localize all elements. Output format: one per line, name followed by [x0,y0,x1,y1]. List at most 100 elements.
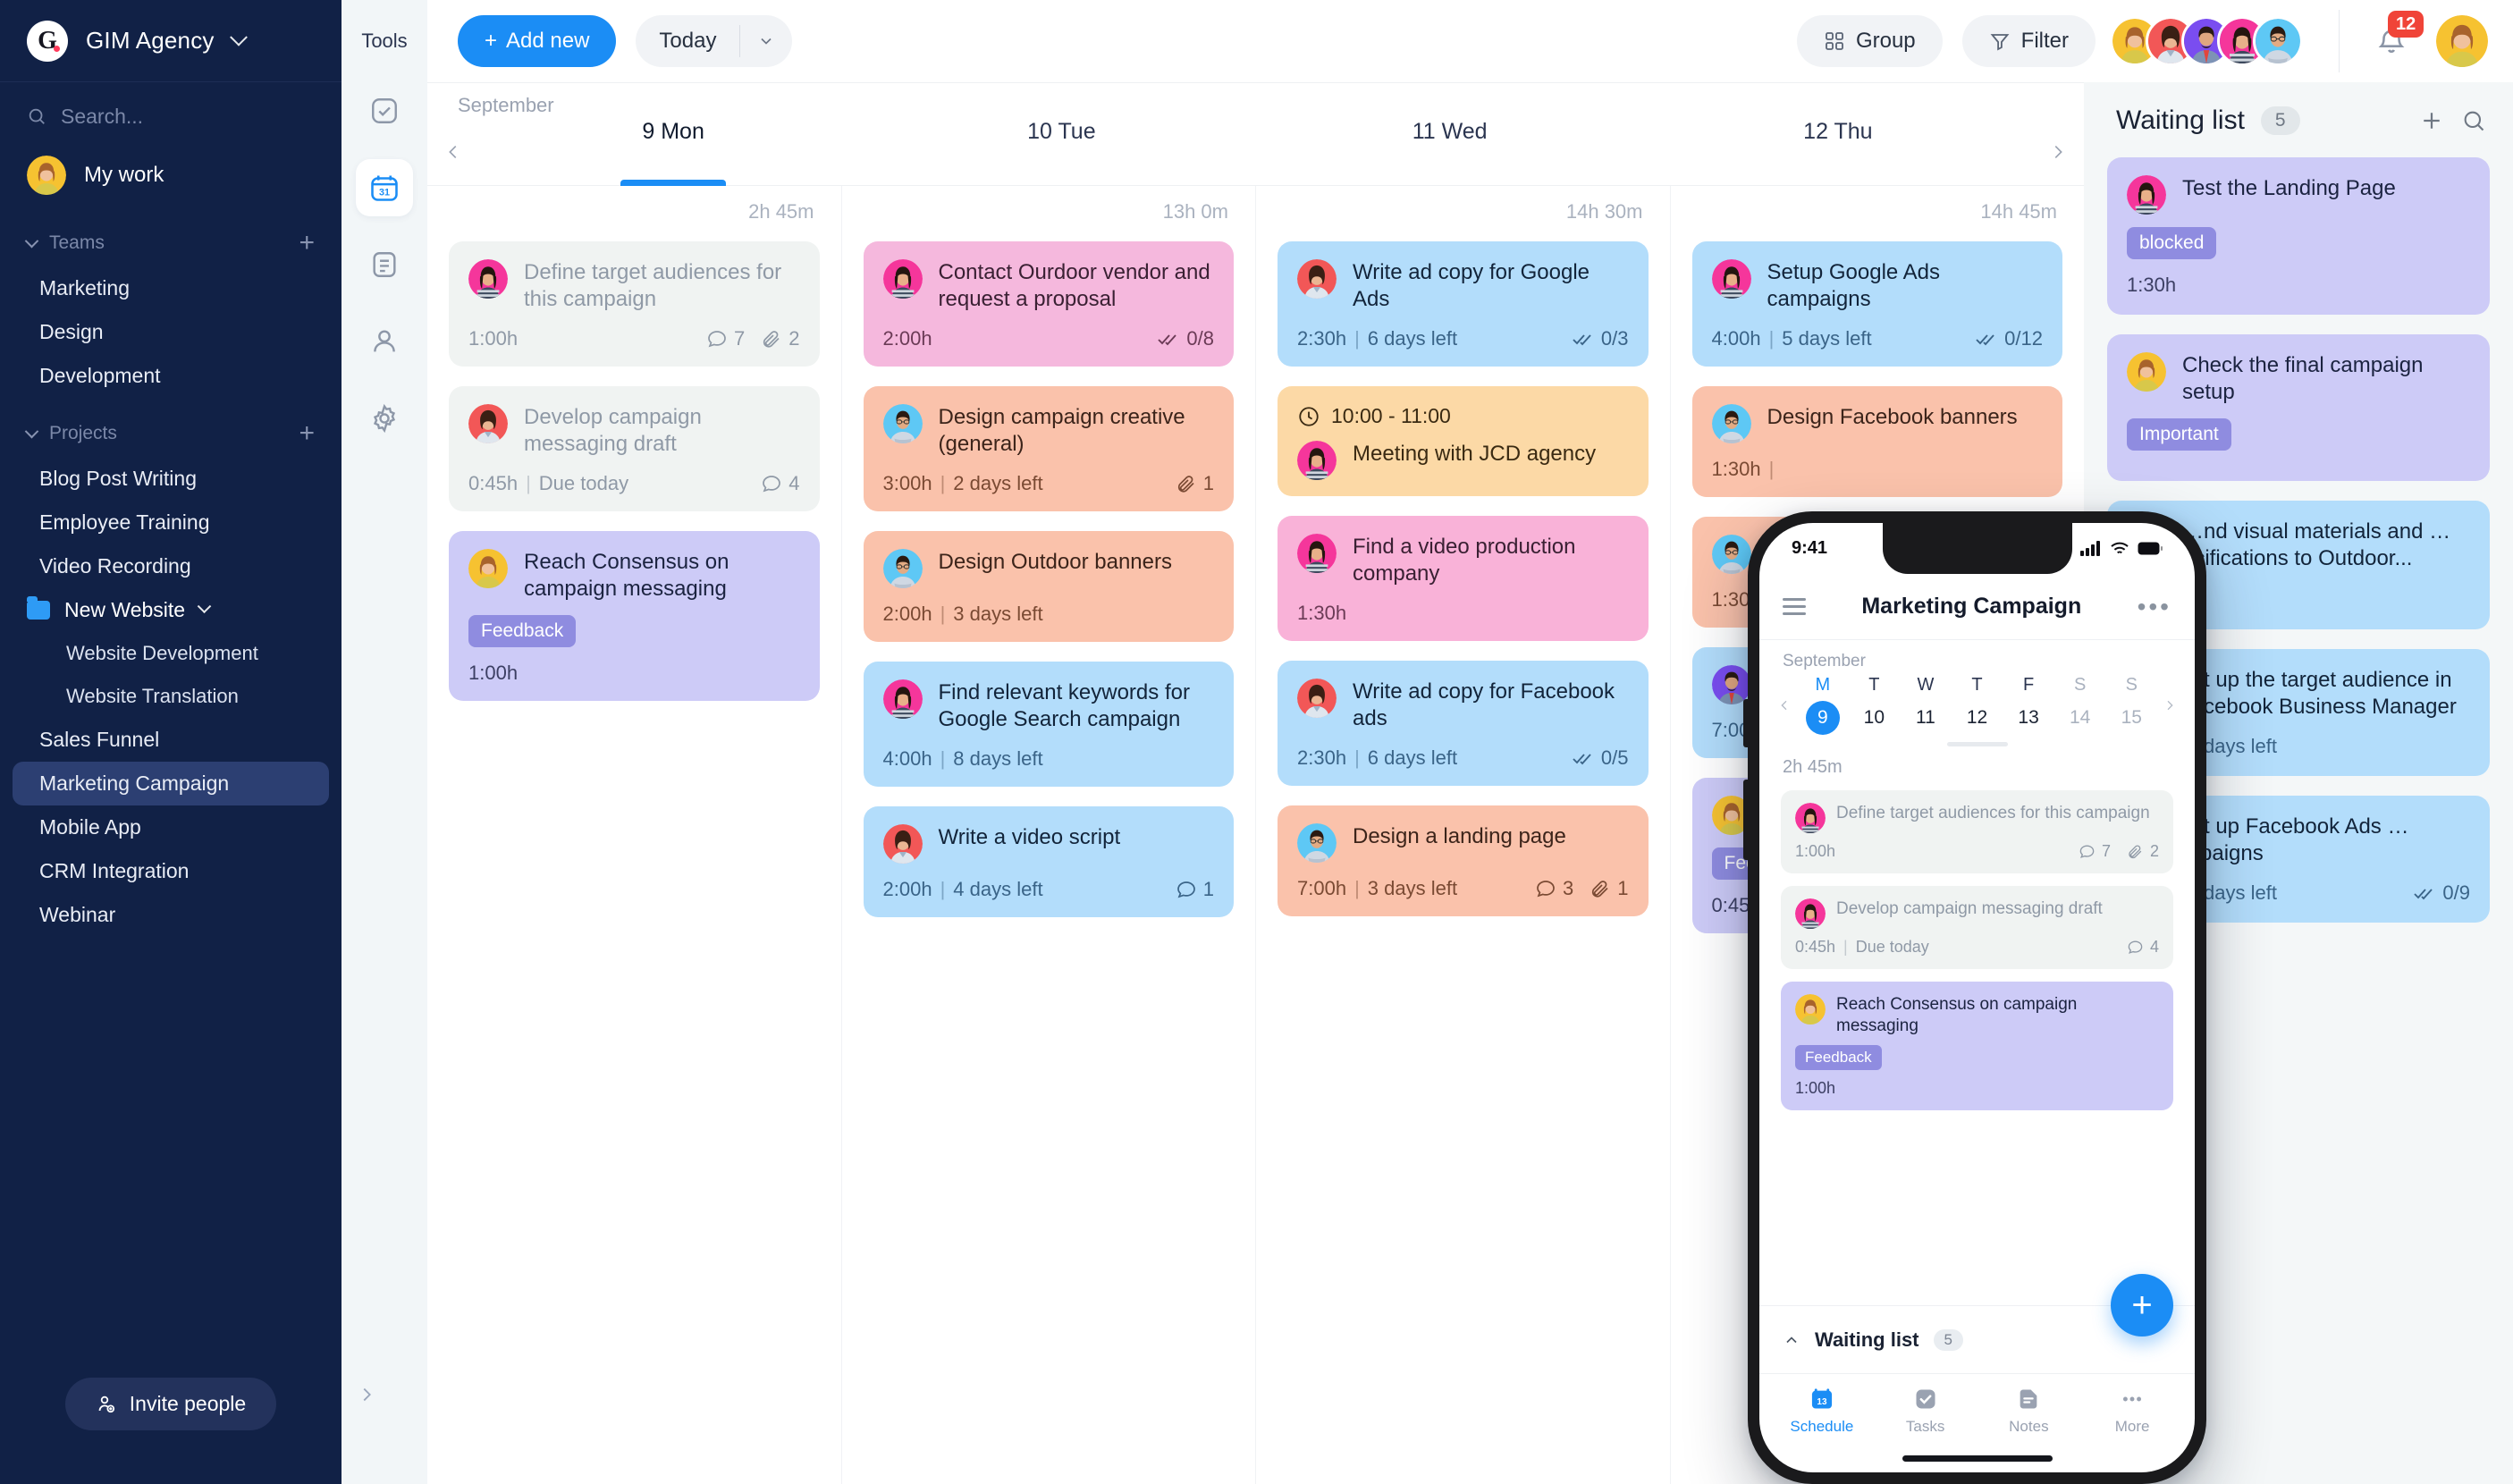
phone-day-dow: S [2074,675,2087,695]
phone-tab-more[interactable]: More [2080,1387,2184,1436]
phone-day-12[interactable]: T 12 [1952,675,2003,735]
sidebar-section-projects[interactable]: Projects + [0,398,342,457]
sidebar-item-development[interactable]: Development [13,354,329,398]
phone-tab-label: Schedule [1790,1418,1854,1435]
phone-tab-tasks[interactable]: Tasks [1874,1387,1978,1436]
sidebar-item-crm-integration[interactable]: CRM Integration [13,849,329,893]
add-waiting-task-button[interactable] [2418,107,2445,134]
task-card[interactable]: Develop campaign messaging draft 0:45h |… [449,386,820,511]
phone-day-9[interactable]: M9 [1797,675,1849,735]
search-input[interactable]: Search... [0,82,342,150]
avatar [468,404,508,443]
day-header-10-tue[interactable]: 10 Tue [867,119,1255,185]
phone-task-card[interactable]: Develop campaign messaging draft 0:45h |… [1781,886,2173,969]
tool-tasks-icon-button[interactable] [356,82,413,139]
task-card[interactable]: Design Facebook banners 1:30h | [1691,386,2062,497]
user-avatar[interactable] [2436,15,2488,67]
avatar [1712,259,1751,299]
phone-task-tag: Feedback [1795,1044,1882,1070]
task-due: 3 days left [1367,877,1458,899]
sidebar-collapse-button[interactable] [345,1373,388,1416]
invite-people-button[interactable]: Invite people [64,1378,277,1430]
phone-tab-label: More [2114,1418,2150,1435]
add-project-button[interactable]: + [299,420,315,447]
task-card[interactable]: Write ad copy for Facebook ads 2:30h | 6… [1278,661,1649,786]
menu-icon[interactable] [1783,594,1806,620]
task-card[interactable]: Find a video production company 1:30h [1278,516,1649,641]
phone-day-15[interactable]: S 15 [2105,675,2157,735]
phone-prev-week-button[interactable] [1772,696,1797,714]
task-subtasks: 0/5 [1572,746,1629,770]
divider: | [1768,327,1775,350]
sidebar-item-marketing-campaign[interactable]: Marketing Campaign [13,762,329,805]
sidebar-item-sales-funnel[interactable]: Sales Funnel [13,718,329,762]
sidebar-item-mobile-app[interactable]: Mobile App [13,805,329,849]
search-placeholder: Search... [61,104,144,128]
sidebar-section-label: Teams [49,232,105,253]
sidebar-item-design[interactable]: Design [13,310,329,354]
check-icon [1916,1389,1935,1409]
sidebar-folder-new-website[interactable]: New Website [0,588,342,632]
meeting-card[interactable]: 10:00 - 11:00 Meeting with JCD agency [1278,386,1649,496]
task-card[interactable]: Define target audiences for this campaig… [449,241,820,367]
phone-add-button[interactable]: + [2111,1274,2173,1336]
task-card[interactable]: Write ad copy for Google Ads 2:30h | 6 d… [1278,241,1649,367]
add-team-button[interactable]: + [299,230,315,257]
sidebar-item-website-translation[interactable]: Website Translation [13,675,329,718]
waiting-list-card[interactable]: Check the final campaign setup Important [2107,334,2490,481]
phone-waiting-list-bar[interactable]: Waiting list 5 + [1759,1274,2195,1373]
sidebar-section-teams[interactable]: Teams + [0,207,342,266]
tool-calendar-icon-button[interactable]: 31 [356,159,413,216]
task-card[interactable]: Find relevant keywords for Google Search… [863,662,1234,787]
meeting-time-label: 10:00 - 11:00 [1331,404,1451,427]
filter-button[interactable]: Filter [1961,15,2096,67]
notifications-button[interactable]: 12 [2366,11,2424,66]
more-options-icon[interactable]: ••• [2138,594,2171,619]
task-card[interactable]: Design campaign creative (general) 3:00h… [863,386,1234,511]
tool-settings-icon-button[interactable] [356,390,413,447]
today-dropdown-button[interactable] [740,32,792,50]
day-header-12-thu[interactable]: 12 Thu [1644,119,2032,185]
phone-tab-notes[interactable]: Notes [1978,1387,2081,1436]
sidebar-item-label: My work [84,163,164,187]
task-card[interactable]: Design Outdoor banners 2:00h | 3 days le… [863,531,1234,642]
sidebar-item-blog-post-writing[interactable]: Blog Post Writing [13,457,329,501]
sidebar-item-employee-training[interactable]: Employee Training [13,501,329,544]
phone-day-14[interactable]: S 14 [2054,675,2106,735]
tool-people-icon-button[interactable] [356,313,413,370]
phone-task-card[interactable]: Define target audiences for this campaig… [1781,790,2173,873]
workspace-switcher[interactable]: G GIM Agency [0,0,342,82]
phone-day-11[interactable]: W 11 [1900,675,1952,735]
tool-notes-icon-button[interactable] [356,236,413,293]
add-new-button[interactable]: + Add new [458,15,617,67]
phone-day-13[interactable]: F 13 [2003,675,2054,735]
next-week-button[interactable] [2032,119,2084,185]
task-card[interactable]: Setup Google Ads campaigns 4:00h | 5 day… [1691,241,2062,367]
phone-next-week-button[interactable] [2157,696,2182,714]
phone-day-10[interactable]: T 10 [1849,675,1901,735]
today-label: Today [659,29,717,53]
phone-day-num: 10 [1863,707,1885,728]
waiting-list-card[interactable]: Test the Landing Page blocked 1:30h [2107,157,2490,315]
sidebar-item-my-work[interactable]: My work [0,150,342,207]
day-total: 2h 45m [748,200,814,223]
phone-tab-schedule[interactable]: 13 Schedule [1770,1387,1874,1436]
day-header-11-wed[interactable]: 11 Wed [1256,119,1644,185]
day-header-9-mon[interactable]: 9 Mon [479,119,867,186]
member-avatar-stack[interactable] [2110,16,2303,66]
today-button[interactable]: Today [636,15,793,67]
divider: | [1843,938,1848,956]
task-card[interactable]: Design a landing page 7:00h | 3 days lef… [1278,805,1649,916]
sidebar-item-webinar[interactable]: Webinar [13,893,329,937]
sidebar-item-video-recording[interactable]: Video Recording [13,544,329,588]
phone-task-card[interactable]: Reach Consensus on campaign messaging Fe… [1781,982,2173,1110]
task-card[interactable]: Write a video script 2:00h | 4 days left… [863,806,1234,917]
prev-week-button[interactable] [427,119,479,185]
battery-icon [2138,542,2163,555]
search-waiting-list-button[interactable] [2461,108,2486,133]
sidebar-item-marketing[interactable]: Marketing [13,266,329,310]
group-button[interactable]: Group [1796,15,1943,67]
task-card[interactable]: Reach Consensus on campaign messaging Fe… [449,531,820,701]
sidebar-item-website-development[interactable]: Website Development [13,632,329,675]
task-card[interactable]: Contact Ourdoor vendor and request a pro… [863,241,1234,367]
